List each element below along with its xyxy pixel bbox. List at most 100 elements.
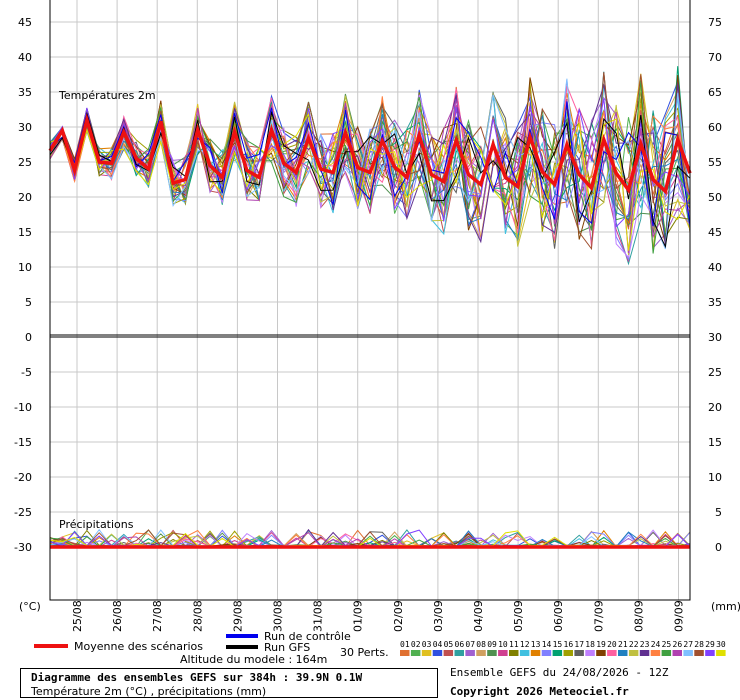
right-tick-precip-label: 0 bbox=[715, 541, 722, 554]
right-tick-temp-label: 40 bbox=[708, 261, 722, 274]
pert-legend-swatch bbox=[487, 650, 497, 656]
left-tick-label: -25 bbox=[14, 506, 32, 519]
pert-legend-label: 26 bbox=[673, 640, 683, 649]
date-label: 30/08 bbox=[272, 600, 285, 632]
pert-legend-label: 23 bbox=[640, 640, 650, 649]
pert-legend-label: 02 bbox=[411, 640, 421, 649]
pert-legend-label: 25 bbox=[662, 640, 672, 649]
right-tick-temp-label: 70 bbox=[708, 51, 722, 64]
pert-legend-swatch bbox=[650, 650, 661, 656]
date-label: 08/09 bbox=[632, 600, 645, 632]
pert-legend-swatch bbox=[563, 650, 573, 656]
legend-mean-label: Moyenne des scénarios bbox=[74, 640, 203, 653]
left-tick-label: 15 bbox=[18, 226, 32, 239]
date-label: 26/08 bbox=[111, 600, 124, 632]
diagram-subtitle: Température 2m (°C) , précipitations (mm… bbox=[31, 685, 267, 698]
date-label: 31/08 bbox=[312, 600, 325, 632]
left-tick-label: -20 bbox=[14, 471, 32, 484]
date-label: 06/09 bbox=[552, 600, 565, 632]
pert-legend-label: 28 bbox=[694, 640, 704, 649]
date-label: 02/09 bbox=[392, 600, 405, 632]
pert-legend-label: 27 bbox=[683, 640, 693, 649]
pert-legend-swatch bbox=[519, 650, 530, 656]
left-tick-label: -30 bbox=[14, 541, 32, 554]
right-tick-precip-label: 20 bbox=[708, 401, 722, 414]
pert-legend-label: 17 bbox=[574, 640, 584, 649]
left-tick-label: 0 bbox=[25, 331, 32, 344]
pert-legend-label: 16 bbox=[564, 640, 574, 649]
pert-legend-label: 01 bbox=[400, 640, 410, 649]
pert-legend-label: 11 bbox=[509, 640, 519, 649]
right-tick-temp-label: 65 bbox=[708, 86, 722, 99]
date-label: 09/09 bbox=[673, 600, 686, 632]
date-label: 04/09 bbox=[472, 600, 485, 632]
left-tick-label: 30 bbox=[18, 121, 32, 134]
pert-legend-label: 07 bbox=[465, 640, 475, 649]
pert-legend-label: 08 bbox=[476, 640, 486, 649]
pert-legend-swatch bbox=[596, 650, 606, 656]
right-tick-temp-label: 35 bbox=[708, 296, 722, 309]
left-tick-label: 35 bbox=[18, 86, 32, 99]
pert-legend-swatch bbox=[585, 650, 595, 656]
precipitation-panel-label: Précipitations bbox=[59, 518, 134, 531]
right-tick-precip-label: 5 bbox=[715, 506, 722, 519]
pert-legend-label: 15 bbox=[553, 640, 563, 649]
legend: Moyenne des scénarios Run de contrôle Ru… bbox=[34, 630, 726, 666]
diagram-title-box: Diagramme des ensembles GEFS sur 384h : … bbox=[20, 668, 438, 698]
pert-legend-label: 10 bbox=[498, 640, 508, 649]
pert-legend-swatch bbox=[607, 650, 617, 656]
date-label: 28/08 bbox=[191, 600, 204, 632]
right-tick-temp-label: 60 bbox=[708, 121, 722, 134]
left-tick-label: 40 bbox=[18, 51, 32, 64]
pert-legend-swatch bbox=[541, 650, 552, 656]
pert-legend-label: 03 bbox=[422, 640, 432, 649]
date-label: 29/08 bbox=[231, 600, 244, 632]
left-tick-label: -5 bbox=[21, 366, 32, 379]
altitude-label: Altitude du modele : 164m bbox=[180, 653, 327, 666]
pert-legend-label: 21 bbox=[618, 640, 628, 649]
pert-legend-label: 24 bbox=[651, 640, 661, 649]
pert-legend-label: 12 bbox=[520, 640, 530, 649]
pert-legend-swatch bbox=[574, 650, 584, 656]
left-tick-label: 20 bbox=[18, 191, 32, 204]
pert-legend-swatch bbox=[552, 650, 563, 656]
left-tick-label: 25 bbox=[18, 156, 32, 169]
left-tick-label: -15 bbox=[14, 436, 32, 449]
pert-legend-label: 04 bbox=[433, 640, 443, 649]
date-label: 03/09 bbox=[432, 600, 445, 632]
ensemble-chart: 454035302520151050-5-10-15-20-25-3075706… bbox=[14, 0, 740, 666]
pert-legend-swatch bbox=[432, 650, 443, 656]
pert-legend-swatch bbox=[454, 650, 464, 656]
right-tick-temp-label: 50 bbox=[708, 191, 722, 204]
temperature-panel-label: Températures 2m bbox=[58, 89, 156, 102]
date-label: 25/08 bbox=[71, 600, 84, 632]
pert-legend-swatch bbox=[498, 650, 508, 656]
right-tick-temp-label: 30 bbox=[708, 331, 722, 344]
pert-legend-label: 19 bbox=[596, 640, 606, 649]
right-tick-temp-label: 45 bbox=[708, 226, 722, 239]
date-label: 01/09 bbox=[352, 600, 365, 632]
ensemble-lines bbox=[48, 66, 692, 549]
pert-legend-swatch bbox=[400, 650, 410, 656]
date-label: 05/09 bbox=[512, 600, 525, 632]
diagram-title: Diagramme des ensembles GEFS sur 384h : … bbox=[31, 671, 363, 684]
pert-legend-swatch bbox=[421, 650, 432, 656]
right-unit-label: (mm) bbox=[711, 600, 740, 613]
left-tick-label: 45 bbox=[18, 16, 32, 29]
pert-legend-label: 09 bbox=[487, 640, 497, 649]
perts-label: 30 Perts. bbox=[340, 646, 389, 659]
pert-legend-label: 14 bbox=[542, 640, 552, 649]
pert-legend-swatch bbox=[716, 650, 726, 656]
pert-legend-label: 20 bbox=[607, 640, 617, 649]
pert-legend-swatch bbox=[694, 650, 704, 656]
left-tick-label: 10 bbox=[18, 261, 32, 274]
left-tick-label: 5 bbox=[25, 296, 32, 309]
right-tick-temp-label: 75 bbox=[708, 16, 722, 29]
pert-legend-swatch bbox=[443, 650, 454, 656]
right-tick-precip-label: 10 bbox=[708, 471, 722, 484]
pert-legend-label: 30 bbox=[716, 640, 726, 649]
pert-legend-label: 22 bbox=[629, 640, 639, 649]
pert-legend-swatch bbox=[628, 650, 639, 656]
date-label: 27/08 bbox=[151, 600, 164, 632]
pert-legend-swatch bbox=[465, 650, 475, 656]
